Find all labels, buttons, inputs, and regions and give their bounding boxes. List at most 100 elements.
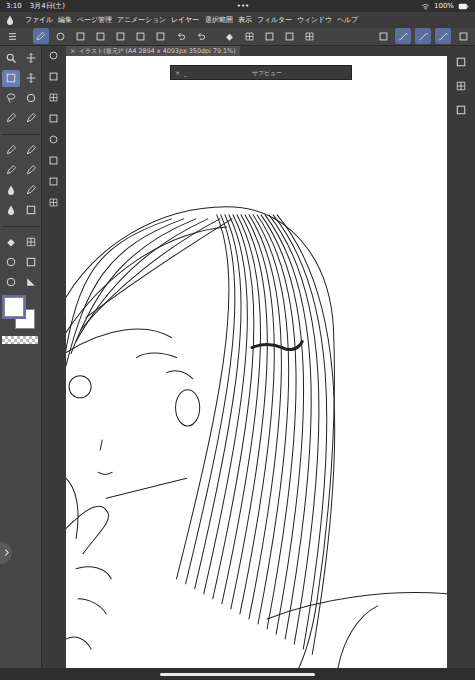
square-icon <box>155 31 166 42</box>
line-art-drawing <box>66 56 447 668</box>
toolbar-button[interactable] <box>435 28 451 44</box>
main-area: × イラスト(復元)* (A4 2894 x 4093px 350dpi 79.1… <box>0 46 475 668</box>
pen-icon <box>5 112 17 124</box>
menu-item[interactable]: レイヤー <box>169 12 202 28</box>
palette-button[interactable] <box>45 153 61 169</box>
menu-item[interactable]: ページ管理 <box>74 12 114 28</box>
tool-button[interactable] <box>22 70 40 87</box>
toolbar-button[interactable] <box>153 28 169 44</box>
home-indicator[interactable] <box>160 673 315 676</box>
tool-button[interactable] <box>22 182 40 199</box>
panel-button[interactable] <box>453 102 469 118</box>
tool-button[interactable] <box>22 234 40 251</box>
lasso-icon <box>5 92 17 104</box>
tool-button[interactable] <box>2 202 20 219</box>
tool-button[interactable] <box>2 110 20 127</box>
fill-icon <box>224 31 235 42</box>
toolbar-button[interactable] <box>395 28 411 44</box>
square-icon <box>115 31 126 42</box>
undo-icon <box>175 31 186 42</box>
tool-button[interactable] <box>22 90 40 107</box>
toolbar-button[interactable] <box>455 28 471 44</box>
tool-button[interactable] <box>22 110 40 127</box>
palette-button[interactable] <box>45 90 61 106</box>
status-bar: 3:103月4日(土)•••100% <box>0 0 475 12</box>
grid-icon <box>244 31 255 42</box>
toolbar-button[interactable] <box>173 28 189 44</box>
panel-button[interactable] <box>453 54 469 70</box>
panel-button[interactable] <box>453 78 469 94</box>
subview-controls: ×_ <box>175 66 187 79</box>
chevron-icon <box>2 548 11 557</box>
tool-button[interactable] <box>2 274 20 291</box>
tool-button[interactable] <box>22 162 40 179</box>
tool-button[interactable] <box>22 202 40 219</box>
toolbar-button[interactable] <box>415 28 431 44</box>
tool-button[interactable] <box>2 70 20 87</box>
palette-button[interactable] <box>45 195 61 211</box>
app-logo-icon[interactable] <box>4 14 16 26</box>
toolbar-button[interactable] <box>113 28 129 44</box>
toolbar-button[interactable] <box>73 28 89 44</box>
toolbar-button[interactable] <box>33 28 49 44</box>
square-icon <box>48 176 59 187</box>
tool-button[interactable] <box>22 142 40 159</box>
close-tab-button[interactable]: × <box>70 46 75 56</box>
arrows-icon <box>25 72 37 84</box>
battery-icon <box>458 1 469 12</box>
toolbar-button[interactable] <box>53 28 69 44</box>
menu-item[interactable]: フィルター <box>254 12 294 28</box>
tool-button[interactable] <box>22 274 40 291</box>
palette-button[interactable] <box>45 111 61 127</box>
minimize-button[interactable]: _ <box>184 66 187 79</box>
tool-button[interactable] <box>22 50 40 67</box>
menu-item[interactable]: ヘルプ <box>335 12 361 28</box>
canvas-tab[interactable]: × イラスト(復元)* (A4 2894 x 4093px 350dpi 79.1… <box>66 46 240 56</box>
transparent-color[interactable] <box>2 336 38 344</box>
tool-button[interactable] <box>2 254 20 271</box>
tool-button[interactable] <box>2 234 20 251</box>
palette-button[interactable] <box>45 69 61 85</box>
palette-button[interactable] <box>45 48 61 64</box>
tool-button[interactable] <box>22 254 40 271</box>
toolbar-button[interactable] <box>4 28 20 44</box>
toolbar-button[interactable] <box>375 28 391 44</box>
canvas[interactable] <box>66 56 447 668</box>
tool-button[interactable] <box>2 90 20 107</box>
square-icon <box>25 204 37 216</box>
tool-grid <box>2 50 39 291</box>
tool-button[interactable] <box>2 50 20 67</box>
grid-icon <box>304 31 315 42</box>
main-color[interactable] <box>4 297 24 317</box>
menu-item[interactable]: アニメーション <box>115 12 169 28</box>
square-icon <box>455 56 467 68</box>
palette-button[interactable] <box>45 174 61 190</box>
arrows-icon <box>25 52 37 64</box>
toolbar-button[interactable] <box>302 28 318 44</box>
subview-window[interactable]: ×_サブビュー <box>170 65 352 80</box>
multitask-dots[interactable]: ••• <box>180 0 307 12</box>
menu-item[interactable]: 編集 <box>55 12 74 28</box>
toolbar-button[interactable] <box>133 28 149 44</box>
palette-bar <box>42 46 64 668</box>
tool-button[interactable] <box>2 182 20 199</box>
canvas-title: イラスト(復元)* (A4 2894 x 4093px 350dpi 79.1%… <box>79 46 235 56</box>
toolbar-button[interactable] <box>282 28 298 44</box>
toolbar-button[interactable] <box>262 28 278 44</box>
toolbar-button[interactable] <box>242 28 258 44</box>
square-icon <box>5 72 17 84</box>
menu-item[interactable]: ウィンドウ <box>295 12 335 28</box>
toolbar-button[interactable] <box>93 28 109 44</box>
toolbar-button[interactable] <box>193 28 209 44</box>
toolbar-button[interactable] <box>222 28 238 44</box>
tri-icon <box>25 276 37 288</box>
menu-item[interactable]: 表示 <box>235 12 254 28</box>
tool-button[interactable] <box>2 142 20 159</box>
pen-icon <box>25 144 37 156</box>
menu-item[interactable]: 選択範囲 <box>202 12 235 28</box>
pen-icon <box>25 184 37 196</box>
tool-button[interactable] <box>2 162 20 179</box>
menu-item[interactable]: ファイル <box>22 12 55 28</box>
palette-button[interactable] <box>45 132 61 148</box>
close-button[interactable]: × <box>175 66 180 79</box>
